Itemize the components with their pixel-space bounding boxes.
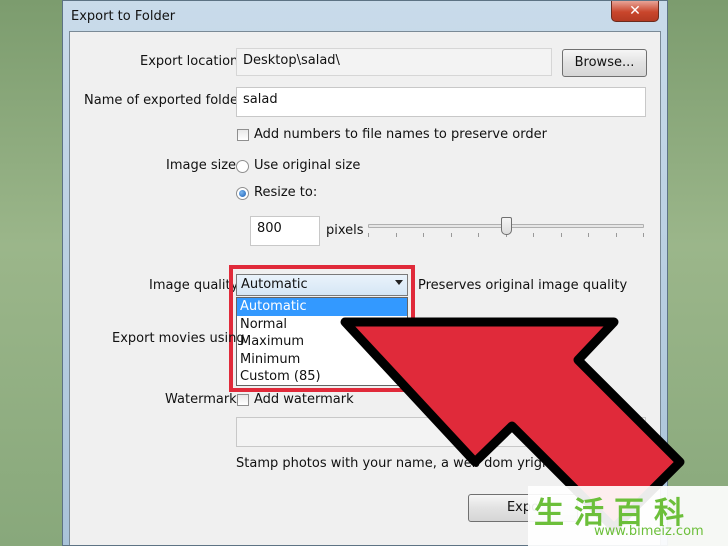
pointer-arrow-icon [340, 317, 685, 533]
site-logo-url: www.bimeiz.com [594, 524, 704, 539]
site-logo: 生活百科 www.bimeiz.com [528, 486, 728, 546]
